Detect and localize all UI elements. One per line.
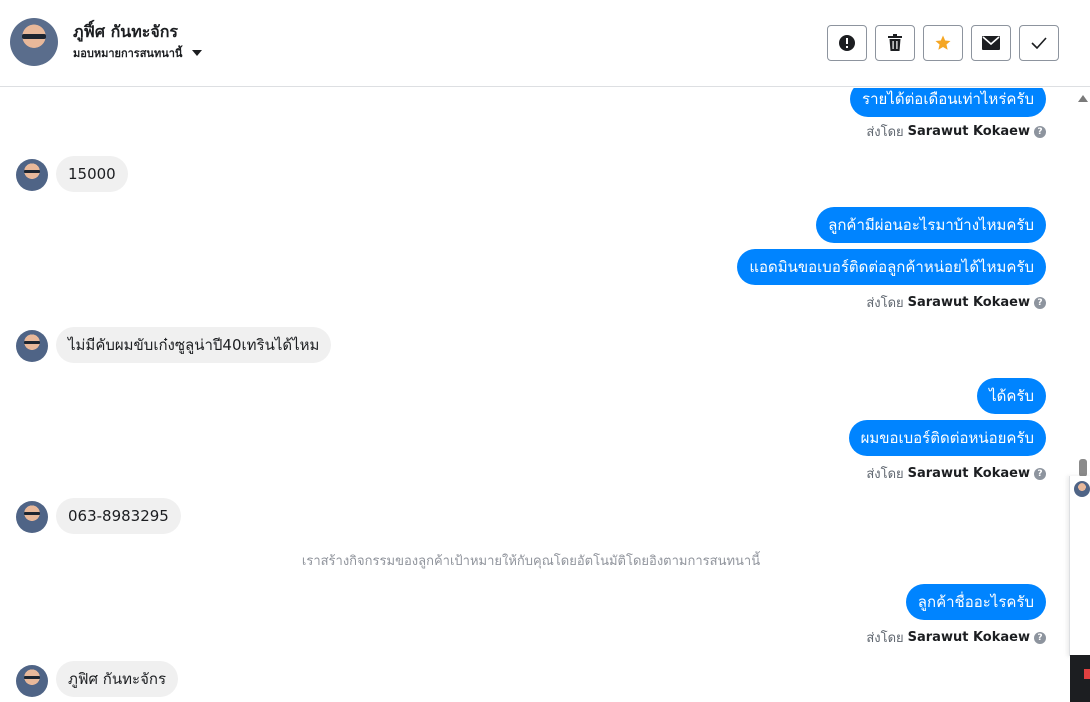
incoming-message[interactable]: ภูฟิศ กันทะจักร — [56, 661, 179, 697]
system-note: เราสร้างกิจกรรมของลูกค้าเป้าหมายให้กับคุ… — [301, 554, 761, 569]
caret-down-icon — [192, 50, 203, 56]
sent-by-line: ส่งโดย Sarawut Kokaew ? — [866, 463, 1046, 484]
side-panel — [1069, 476, 1090, 656]
outgoing-message[interactable]: ลูกค้ามีผ่อนอะไรมาบ้างไหมครับ — [816, 207, 1046, 243]
star-icon — [935, 35, 951, 50]
star-button[interactable] — [923, 25, 963, 61]
sent-by-label: ส่งโดย — [866, 296, 904, 311]
scrollbar-thumb[interactable] — [1079, 459, 1087, 477]
help-icon[interactable]: ? — [1034, 296, 1046, 309]
sent-by-label: ส่งโดย — [866, 125, 904, 140]
sent-by-line: ส่งโดย Sarawut Kokaew ? — [866, 121, 1046, 142]
help-icon[interactable]: ? — [1034, 631, 1046, 644]
side-panel-bottom — [1070, 655, 1090, 702]
assign-conversation-dropdown[interactable]: มอบหมายการสนทนานี้ — [73, 44, 203, 62]
check-icon — [1031, 37, 1047, 49]
sent-by-line: ส่งโดย Sarawut Kokaew ? — [866, 627, 1046, 648]
incoming-message[interactable]: 063-8983295 — [56, 498, 181, 534]
agent-name: Sarawut Kokaew — [907, 466, 1030, 481]
help-icon[interactable]: ? — [1034, 125, 1046, 138]
contact-avatar-small — [16, 665, 48, 697]
outgoing-message[interactable]: รายได้ต่อเดือนเท่าไหร่ครับ — [850, 88, 1046, 117]
agent-name: Sarawut Kokaew — [907, 295, 1030, 310]
envelope-icon — [982, 36, 1000, 50]
delete-button[interactable] — [875, 25, 915, 61]
outgoing-message[interactable]: ได้ครับ — [977, 378, 1046, 414]
scroll-up-arrow-icon[interactable] — [1078, 95, 1088, 102]
mark-done-button[interactable] — [1019, 25, 1059, 61]
incoming-message[interactable]: 15000 — [56, 156, 128, 192]
outgoing-message[interactable]: แอดมินขอเบอร์ติดต่อลูกค้าหน่อยได้ไหมครับ — [737, 249, 1046, 285]
contact-avatar-small — [16, 501, 48, 533]
agent-name: Sarawut Kokaew — [907, 630, 1030, 645]
message-thread: รายได้ต่อเดือนเท่าไหร่ครับ ส่งโดย Sarawu… — [0, 88, 1072, 702]
contact-name[interactable]: ภูฟิ์ศ กันทะจักร — [73, 20, 178, 45]
sent-by-label: ส่งโดย — [866, 467, 904, 482]
contact-avatar-small — [16, 330, 48, 362]
outgoing-message[interactable]: ผมขอเบอร์ติดต่อหน่อยครับ — [848, 420, 1046, 456]
incoming-message[interactable]: ไม่มีคับผมขับเก๋งซูลูน่าปี40เทรินได้ไหม — [56, 327, 332, 363]
mark-unread-button[interactable] — [971, 25, 1011, 61]
help-icon[interactable]: ? — [1034, 467, 1046, 480]
agent-name: Sarawut Kokaew — [907, 124, 1030, 139]
contact-avatar-small — [16, 159, 48, 191]
conversation-header: ภูฟิ์ศ กันทะจักร มอบหมายการสนทนานี้ — [0, 0, 1090, 87]
spam-button[interactable] — [827, 25, 867, 61]
sent-by-line: ส่งโดย Sarawut Kokaew ? — [866, 292, 1046, 313]
outgoing-message[interactable]: ลูกค้าชื่ออะไรครับ — [905, 584, 1046, 620]
conversation-toolbar — [827, 25, 1059, 61]
exclamation-circle-icon — [839, 35, 855, 51]
sent-by-label: ส่งโดย — [866, 631, 904, 646]
side-panel-avatar[interactable] — [1074, 481, 1090, 497]
contact-avatar[interactable] — [10, 18, 58, 66]
trash-icon — [888, 34, 902, 51]
assign-label: มอบหมายการสนทนานี้ — [73, 47, 183, 60]
